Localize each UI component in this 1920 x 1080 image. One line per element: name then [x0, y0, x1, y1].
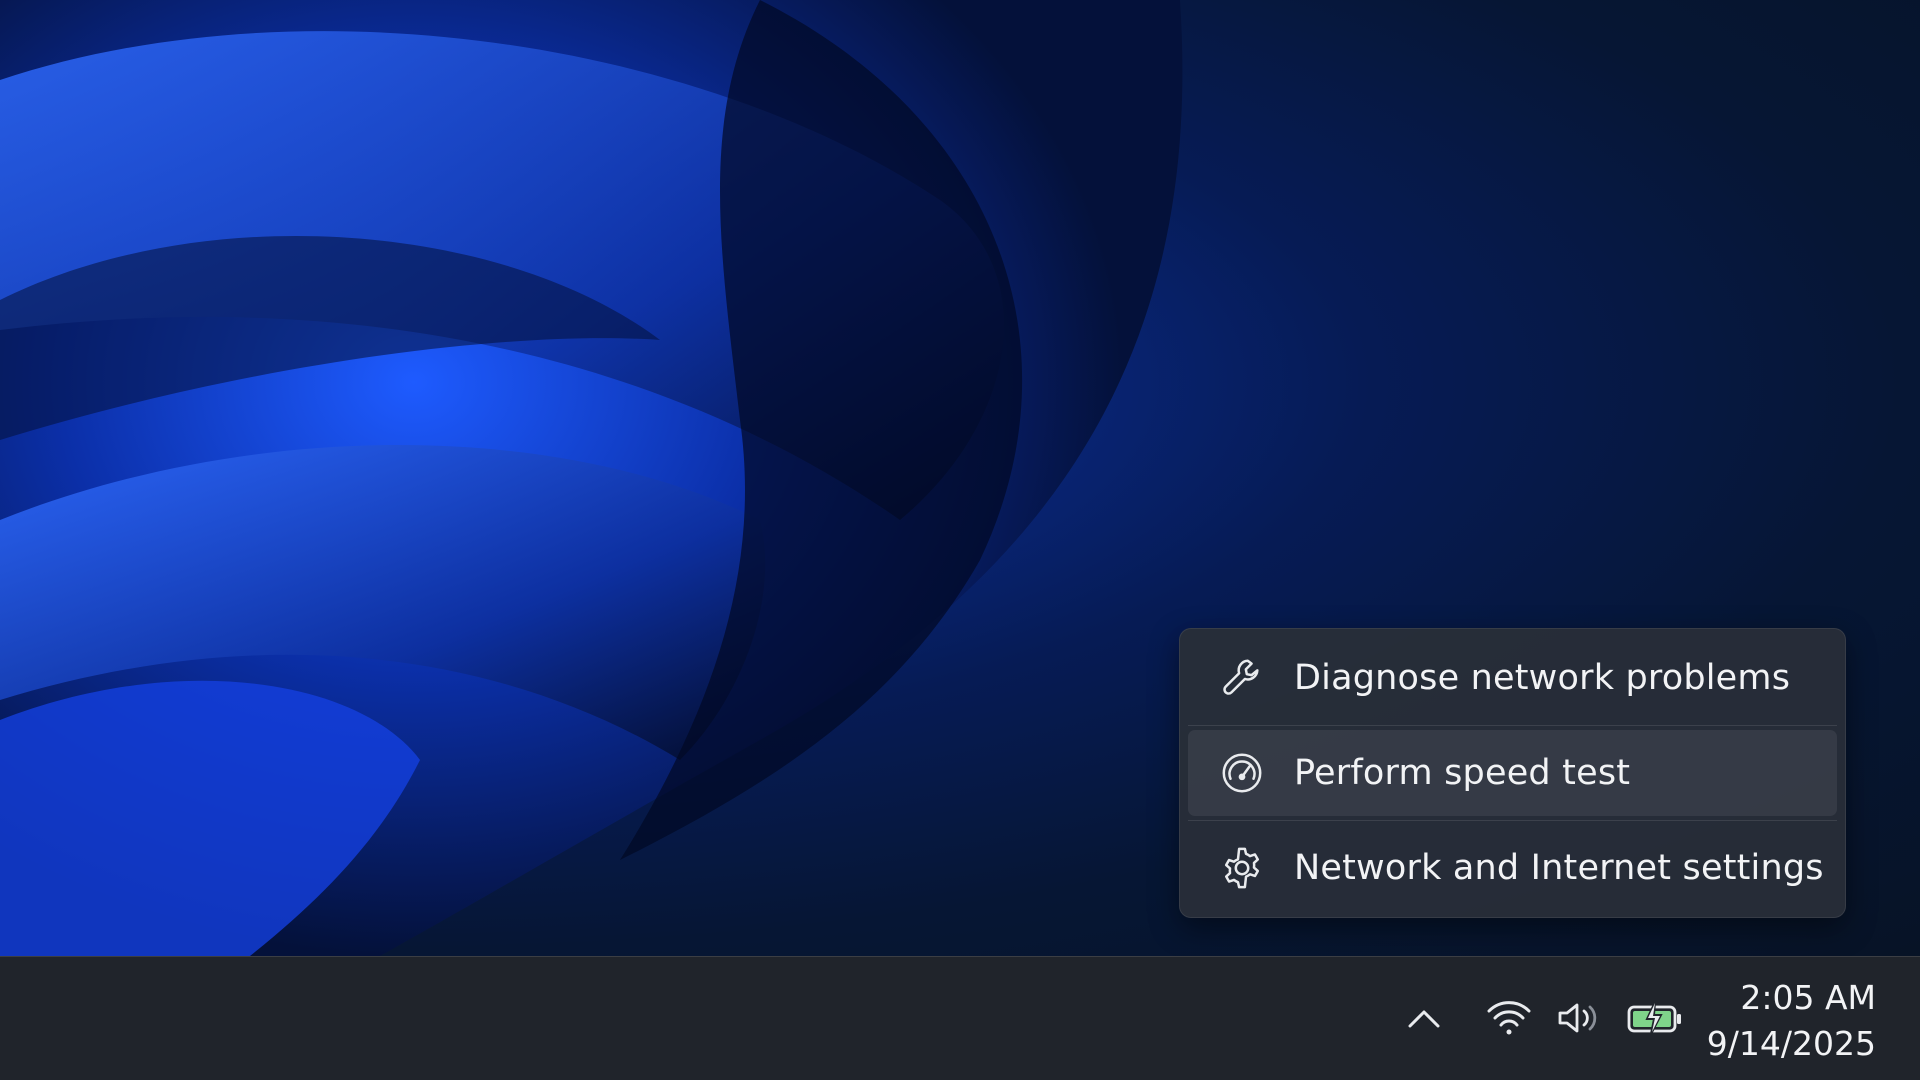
speedometer-icon	[1218, 749, 1266, 797]
battery-charging-icon	[1626, 999, 1684, 1037]
menu-item-diagnose-network-problems[interactable]: Diagnose network problems	[1188, 635, 1837, 721]
quick-settings-button[interactable]	[1480, 987, 1690, 1049]
menu-separator	[1188, 725, 1837, 726]
taskbar: 2:05 AM 9/14/2025	[0, 956, 1920, 1080]
show-hidden-icons-button[interactable]	[1404, 998, 1444, 1038]
clock-time: 2:05 AM	[1740, 978, 1876, 1017]
menu-item-label: Perform speed test	[1294, 753, 1631, 793]
wifi-icon	[1486, 999, 1532, 1037]
clock-button[interactable]: 2:05 AM 9/14/2025	[1707, 975, 1876, 1067]
desktop-wallpaper: Diagnose network problems Perform speed …	[0, 0, 1920, 956]
menu-item-perform-speed-test[interactable]: Perform speed test	[1188, 730, 1837, 816]
menu-item-label: Network and Internet settings	[1294, 848, 1824, 888]
menu-item-label: Diagnose network problems	[1294, 658, 1791, 698]
volume-icon	[1556, 999, 1602, 1037]
clock-date: 9/14/2025	[1706, 1024, 1876, 1063]
chevron-up-icon	[1408, 1010, 1440, 1028]
wrench-icon	[1218, 654, 1266, 702]
network-context-menu: Diagnose network problems Perform speed …	[1179, 628, 1846, 918]
gear-icon	[1218, 844, 1266, 892]
menu-separator	[1188, 820, 1837, 821]
menu-item-network-internet-settings[interactable]: Network and Internet settings	[1188, 825, 1837, 911]
